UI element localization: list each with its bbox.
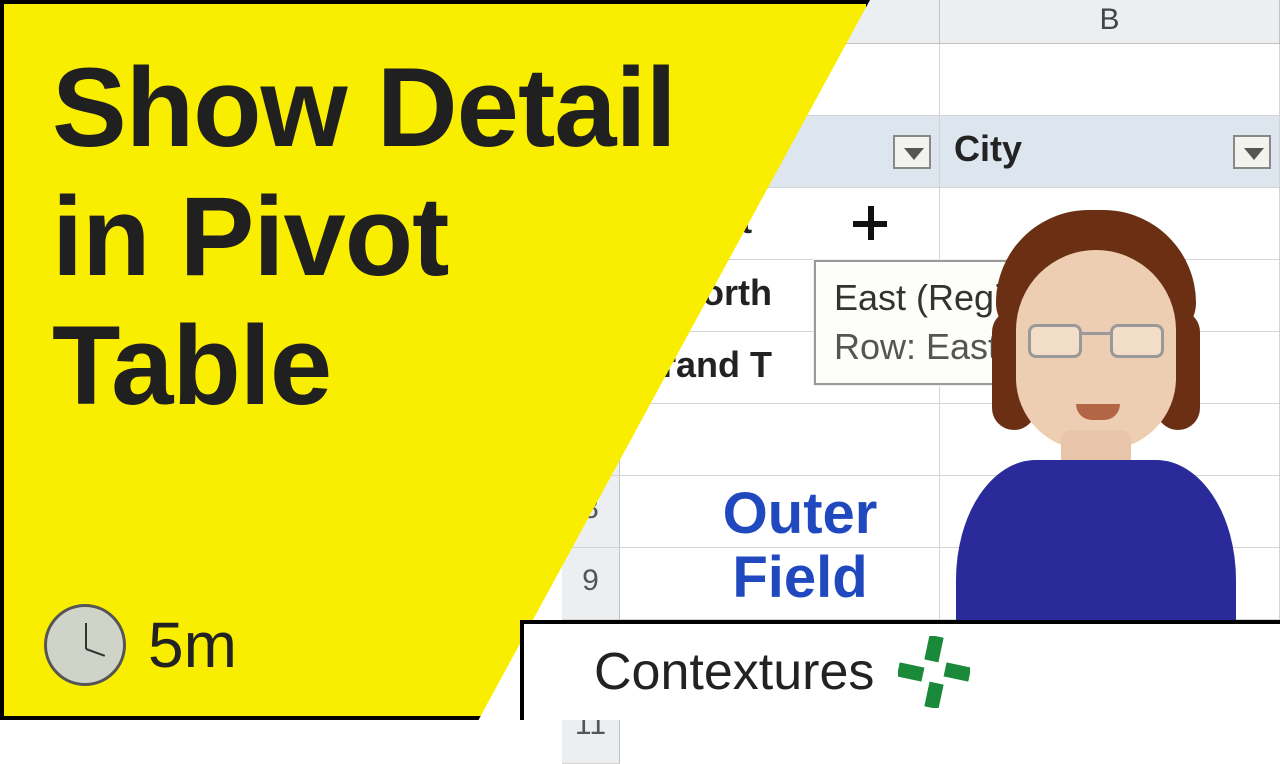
presenter-photo [936, 260, 1256, 620]
thumbnail-title: Show Detail in Pivot Table [52, 44, 676, 430]
annotation-outer-field: Outer Field [690, 482, 910, 610]
move-cursor-icon [853, 206, 887, 240]
brand-bar: Contextures [520, 620, 1280, 720]
clock-icon [44, 604, 126, 686]
field-label: City [954, 128, 1022, 169]
row-header-9[interactable]: 9 [562, 548, 620, 620]
duration-text: 5m [148, 608, 237, 682]
cell-empty[interactable] [620, 404, 940, 475]
col-header-B[interactable]: B [940, 0, 1280, 43]
duration-badge: 5m [44, 604, 237, 686]
dropdown-icon[interactable] [1233, 135, 1271, 169]
cell-empty[interactable] [940, 44, 1280, 115]
brand-name: Contextures [594, 642, 874, 702]
pivot-field-city[interactable]: City [940, 116, 1280, 187]
dropdown-icon[interactable] [893, 135, 931, 169]
brand-logo-icon [898, 636, 970, 708]
